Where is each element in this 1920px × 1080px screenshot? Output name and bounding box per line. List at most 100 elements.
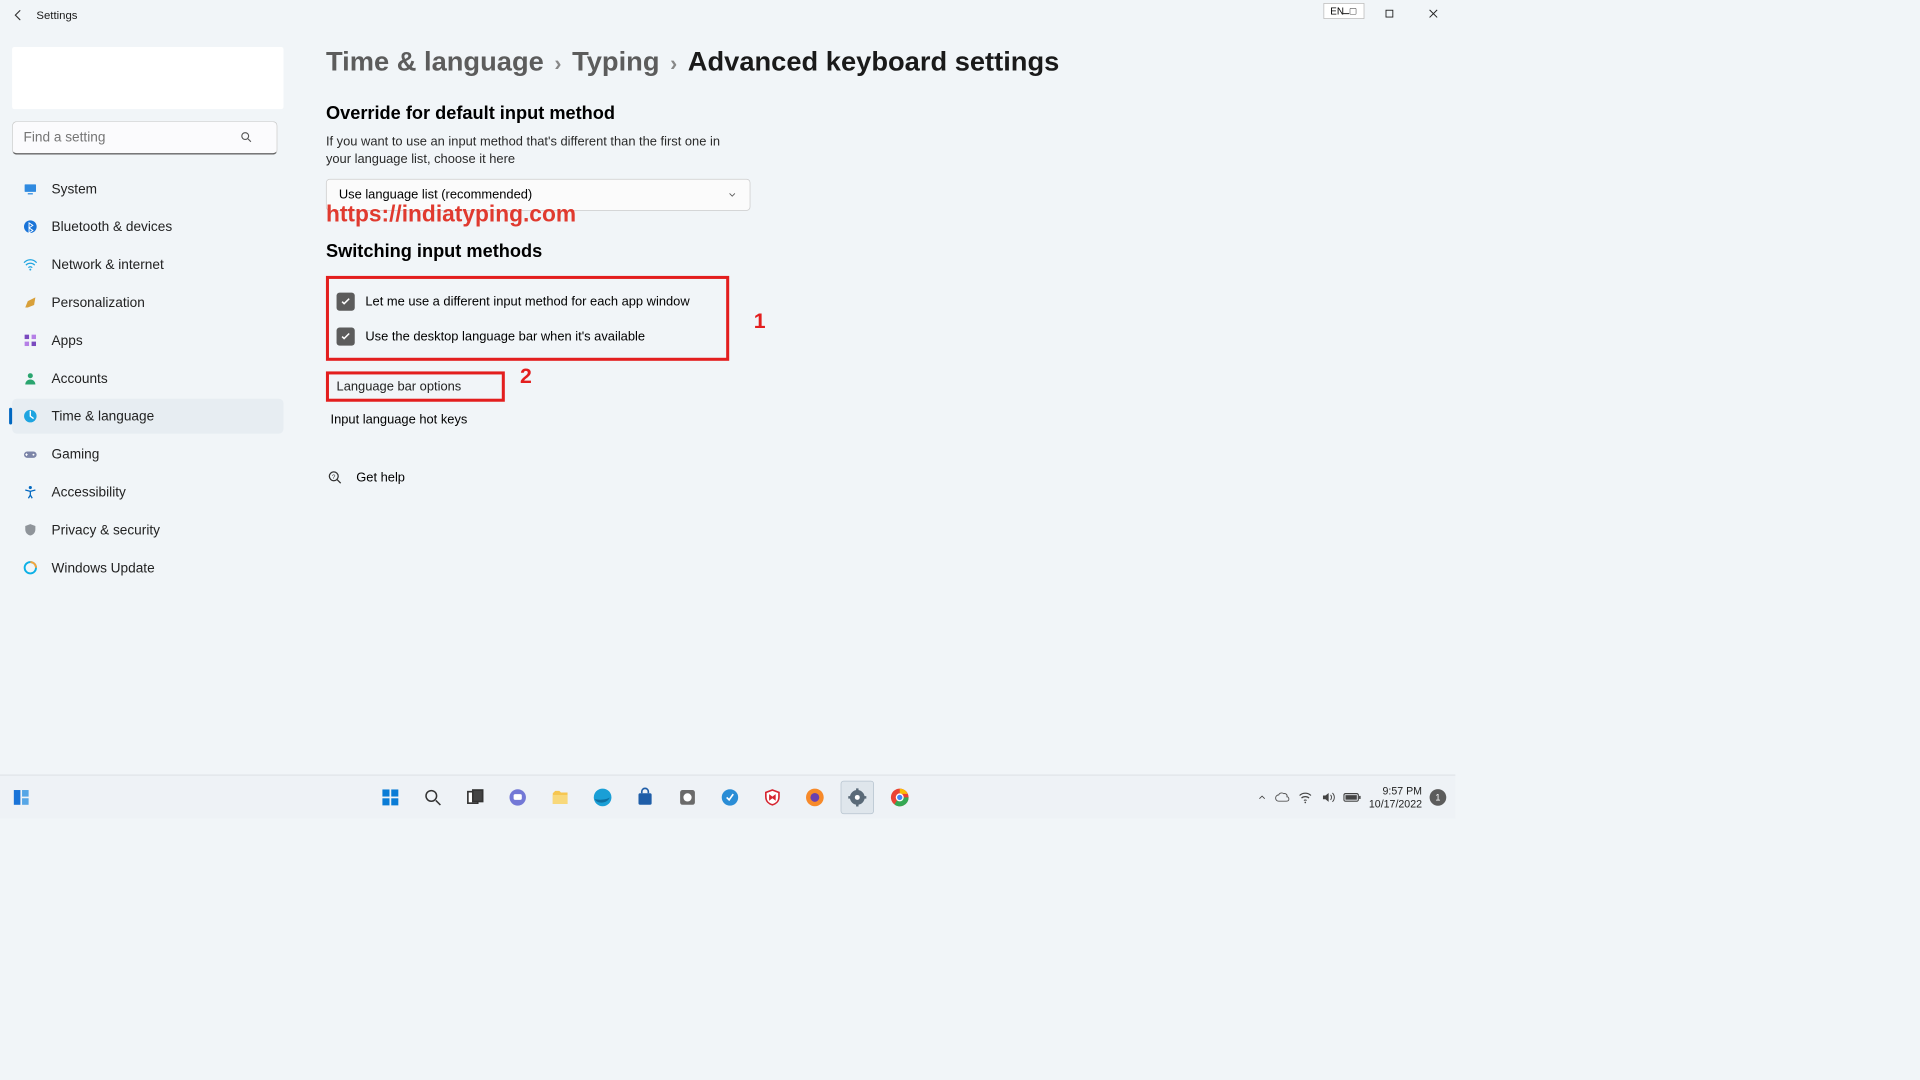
sidebar-item-network[interactable]: Network & internet (12, 247, 283, 282)
taskbar-widgets[interactable] (5, 780, 38, 813)
sidebar-item-time-language[interactable]: Time & language (12, 399, 283, 434)
help-icon: ? (327, 470, 342, 485)
taskbar-store[interactable] (628, 780, 661, 813)
arrow-left-icon (11, 8, 25, 22)
speaker-icon (1320, 789, 1335, 804)
taskbar-taskview[interactable] (459, 780, 492, 813)
taskbar-chat[interactable] (501, 780, 534, 813)
sidebar-item-apps[interactable]: Apps (12, 323, 283, 358)
sidebar-item-label: Privacy & security (52, 522, 160, 538)
taskbar-onedrive[interactable] (1275, 789, 1290, 804)
taskbar-mcafee[interactable] (756, 780, 789, 813)
checkbox-label: Let me use a different input method for … (365, 294, 689, 309)
close-icon (1429, 9, 1438, 18)
sidebar-item-gaming[interactable]: Gaming (12, 437, 283, 472)
chevron-right-icon: › (670, 52, 677, 76)
chevron-down-icon (727, 189, 738, 200)
cloud-icon (1275, 789, 1290, 804)
chevron-up-icon (1257, 792, 1268, 803)
bluetooth-icon (20, 216, 41, 237)
taskbar-clock[interactable]: 9:57 PM 10/17/2022 (1369, 784, 1422, 809)
widgets-icon (11, 787, 31, 807)
apps-icon (20, 330, 41, 351)
sidebar-item-personalization[interactable]: Personalization (12, 285, 283, 320)
language-bar-options-link[interactable]: Language bar options (337, 379, 462, 393)
chevron-right-icon: › (554, 52, 561, 76)
dropdown-value: Use language list (recommended) (339, 187, 532, 202)
app-icon (678, 787, 698, 807)
shield-icon (20, 519, 41, 540)
checkbox-checked-icon (337, 292, 355, 310)
user-account-box[interactable] (12, 47, 283, 109)
annotation-number-2: 2 (520, 364, 532, 388)
search-icon (424, 788, 442, 806)
mcafee-icon (763, 787, 783, 807)
accessibility-icon (20, 481, 41, 502)
sidebar-item-label: Personalization (52, 294, 145, 310)
switching-heading: Switching input methods (326, 241, 1425, 262)
checkbox-label: Use the desktop language bar when it's a… (365, 329, 645, 344)
sidebar-item-update[interactable]: Windows Update (12, 550, 283, 585)
taskbar-wifi[interactable] (1298, 789, 1313, 804)
taskbar-firefox[interactable] (798, 780, 831, 813)
svg-text:?: ? (332, 474, 336, 481)
checkbox-row-per-app[interactable]: Let me use a different input method for … (337, 292, 716, 310)
sidebar-item-label: Time & language (52, 408, 155, 424)
taskbar-app-1[interactable] (671, 780, 704, 813)
system-icon (20, 178, 41, 199)
sidebar-item-label: Gaming (52, 446, 100, 462)
taskbar-chrome[interactable] (883, 780, 916, 813)
search-input[interactable] (12, 121, 277, 154)
chrome-icon (889, 786, 910, 807)
wifi-icon (20, 254, 41, 275)
taskbar-start[interactable] (374, 780, 407, 813)
get-help-link[interactable]: ? Get help (327, 470, 1425, 485)
override-heading: Override for default input method (326, 103, 1425, 124)
maximize-icon (1385, 9, 1394, 18)
taskbar-notification-badge[interactable]: 1 (1430, 789, 1447, 806)
window-title: Settings (36, 9, 77, 22)
update-icon (20, 557, 41, 578)
minimize-icon (1341, 9, 1350, 18)
watermark-url: https://indiatyping.com (326, 202, 576, 228)
taskbar-search[interactable] (416, 780, 449, 813)
taskbar-tray-chevron[interactable] (1257, 792, 1268, 803)
firefox-icon (804, 786, 825, 807)
app-icon (720, 787, 740, 807)
gear-icon (847, 787, 867, 807)
taskbar-time: 9:57 PM (1369, 784, 1422, 797)
person-icon (20, 368, 41, 389)
battery-icon (1343, 792, 1361, 803)
minimize-button[interactable] (1323, 0, 1367, 27)
override-description: If you want to use an input method that'… (326, 133, 743, 168)
annotation-box-2: Language bar options (326, 371, 505, 401)
sidebar-item-bluetooth[interactable]: Bluetooth & devices (12, 209, 283, 244)
sidebar-item-system[interactable]: System (12, 171, 283, 206)
globe-clock-icon (20, 406, 41, 427)
sidebar-item-label: System (52, 181, 97, 197)
sidebar-item-label: Network & internet (52, 257, 164, 273)
close-button[interactable] (1411, 0, 1455, 27)
store-icon (635, 787, 655, 807)
windows-icon (380, 786, 401, 807)
breadcrumb-time-language[interactable]: Time & language (326, 45, 544, 77)
sidebar-item-privacy[interactable]: Privacy & security (12, 512, 283, 547)
sidebar-item-accounts[interactable]: Accounts (12, 361, 283, 396)
sidebar-item-accessibility[interactable]: Accessibility (12, 475, 283, 510)
wifi-icon (1298, 789, 1313, 804)
maximize-button[interactable] (1367, 0, 1411, 27)
gamepad-icon (20, 443, 41, 464)
back-button[interactable] (6, 3, 30, 27)
sidebar-item-label: Accessibility (52, 484, 126, 500)
input-language-hotkeys-link[interactable]: Input language hot keys (330, 412, 1425, 427)
taskbar-edge[interactable] (586, 780, 619, 813)
sidebar-item-label: Apps (52, 332, 83, 348)
checkbox-row-language-bar[interactable]: Use the desktop language bar when it's a… (337, 327, 716, 345)
taskbar-settings[interactable] (841, 780, 874, 813)
taskbar-explorer[interactable] (543, 780, 576, 813)
breadcrumb-typing[interactable]: Typing (572, 45, 659, 77)
taskbar-app-2[interactable] (713, 780, 746, 813)
get-help-label: Get help (356, 470, 405, 485)
taskbar-battery[interactable] (1343, 792, 1361, 803)
taskbar-volume[interactable] (1320, 789, 1335, 804)
